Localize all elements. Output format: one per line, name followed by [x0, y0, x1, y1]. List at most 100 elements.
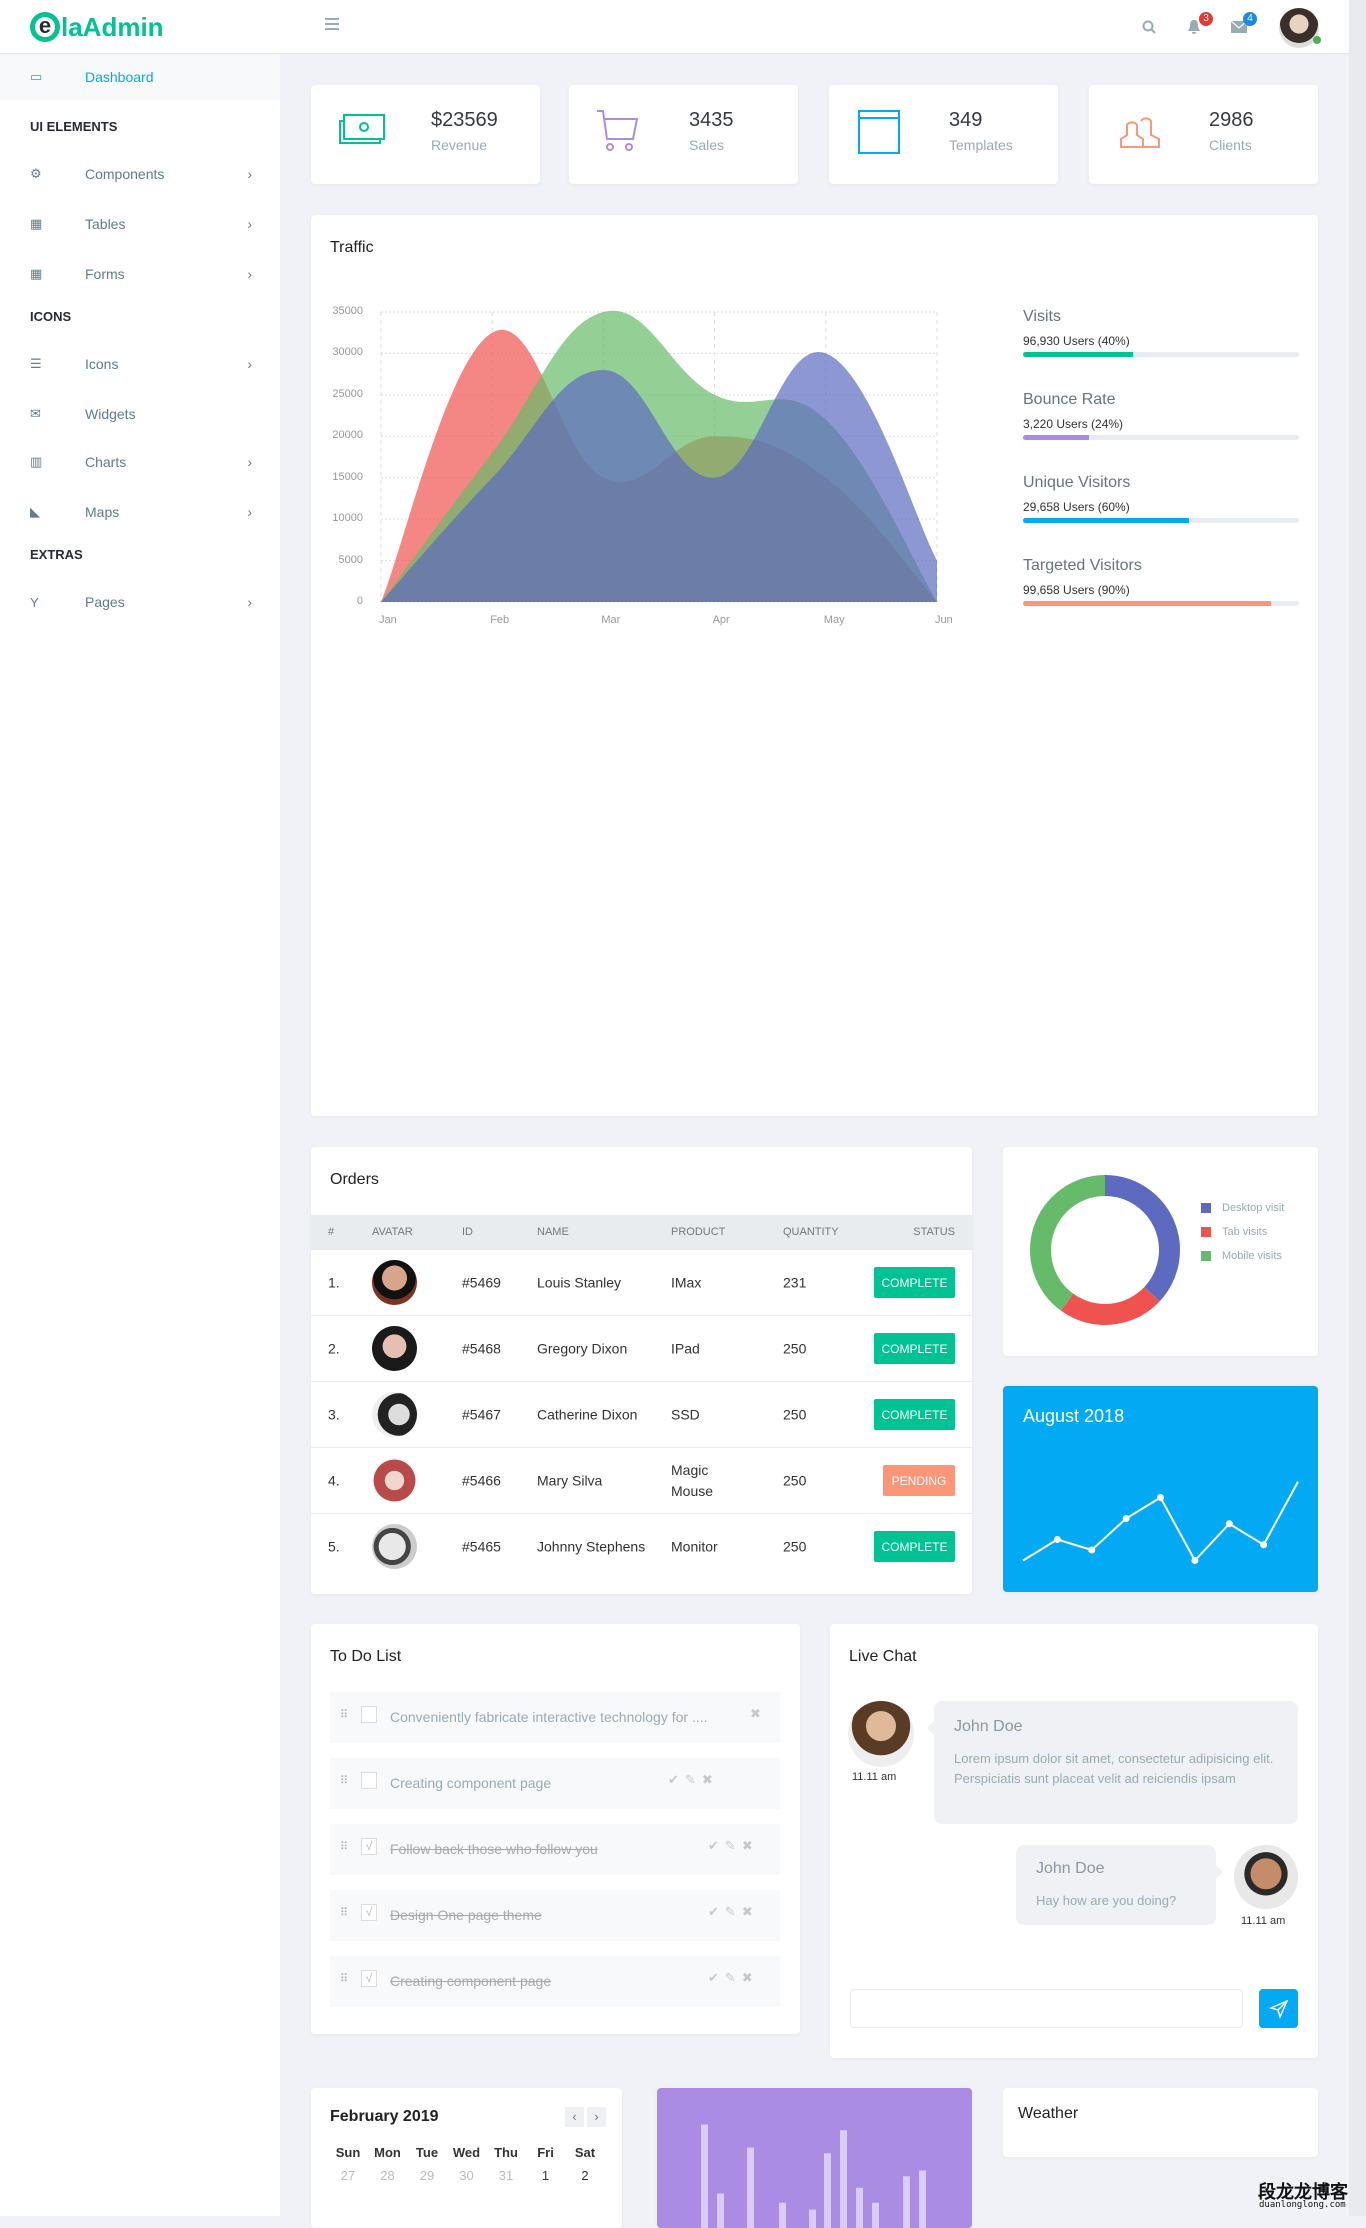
live-chat-card: Live Chat 11.11 am John Doe Lorem ipsum … — [830, 1624, 1318, 2058]
progress-title: Bounce Rate — [1023, 391, 1116, 409]
table-row[interactable]: 4.#5466Mary SilvaMagic Mouse250PENDING — [311, 1448, 972, 1514]
message-text: Hay how are you doing? — [1036, 1893, 1176, 1908]
drag-handle-icon[interactable]: ⠿ — [340, 1906, 346, 1919]
sidebar-item-widgets[interactable]: ✉Widgets — [0, 394, 280, 434]
search-icon[interactable] — [1142, 20, 1156, 34]
close-icon[interactable]: ✖ — [742, 1838, 759, 1853]
bar — [779, 2203, 786, 2228]
logo[interactable]: e laAdmin — [30, 9, 164, 45]
column-header: STATUS — [913, 1226, 955, 1238]
progress-subtitle: 99,658 Users (90%) — [1023, 583, 1130, 597]
browser-icon — [855, 107, 905, 157]
check-icon[interactable]: ✔ — [708, 1904, 725, 1919]
scrollbar[interactable] — [1349, 0, 1366, 2216]
calendar-day[interactable]: 1 — [527, 2168, 565, 2183]
todo-checkbox[interactable]: √ — [361, 1838, 377, 1855]
calendar-next-button[interactable]: › — [587, 2107, 606, 2127]
todo-item[interactable]: ⠿Conveniently fabricate interactive tech… — [330, 1692, 780, 1743]
stat-label: Templates — [949, 137, 1013, 153]
y-tick-label: 20000 — [323, 429, 363, 441]
todo-item[interactable]: ⠿√Creating component page✔✎✖ — [330, 1956, 780, 2007]
progress-title: Unique Visitors — [1023, 474, 1130, 492]
drag-handle-icon[interactable]: ⠿ — [340, 1972, 346, 1985]
weekday-header: Sat — [566, 2145, 604, 2160]
menu-icon[interactable] — [325, 18, 339, 30]
table-row[interactable]: 3.#5467Catherine DixonSSD250COMPLETE — [311, 1382, 972, 1448]
table-row[interactable]: 1.#5469Louis StanleyIMax231COMPLETE — [311, 1250, 972, 1316]
stat-label: Clients — [1209, 137, 1252, 153]
cell-num: 5. — [328, 1537, 358, 1558]
x-tick-label: May — [824, 614, 845, 626]
bar — [840, 2130, 847, 2228]
calendar-day[interactable]: 2 — [566, 2168, 604, 2183]
th-icon: ▦ — [0, 266, 85, 282]
cell-product: IPad — [671, 1338, 746, 1359]
bar — [701, 2125, 708, 2228]
todo-item[interactable]: ⠿√Follow back those who follow you✔✎✖ — [330, 1824, 780, 1875]
calendar-day[interactable]: 28 — [369, 2168, 407, 2183]
pencil-icon[interactable]: ✎ — [725, 1904, 742, 1919]
glass-icon: Y — [0, 595, 85, 610]
line-point — [1157, 1494, 1164, 1501]
calendar-prev-button[interactable]: ‹ — [565, 2107, 584, 2127]
legend-item: Tab visits — [1201, 1226, 1267, 1238]
calendar-day[interactable]: 29 — [408, 2168, 446, 2183]
line-point — [1191, 1557, 1198, 1564]
check-icon[interactable]: ✔ — [668, 1772, 685, 1787]
drag-handle-icon[interactable]: ⠿ — [340, 1774, 346, 1787]
pencil-icon[interactable]: ✎ — [725, 1970, 742, 1985]
progress-fill — [1023, 518, 1189, 523]
sidebar-item-charts[interactable]: ▥Charts› — [0, 442, 280, 482]
status-badge: PENDING — [883, 1465, 955, 1496]
y-tick-label: 35000 — [323, 305, 363, 317]
drag-handle-icon[interactable]: ⠿ — [340, 1840, 346, 1853]
chat-message-input[interactable] — [850, 1989, 1243, 2028]
sidebar-item-forms[interactable]: ▦Forms› — [0, 254, 280, 294]
chevron-right-icon: › — [247, 356, 252, 372]
sidebar-item-label: Charts — [85, 454, 126, 470]
cell-num: 3. — [328, 1404, 358, 1425]
bar — [856, 2188, 863, 2228]
traffic-area-chart: 05000100001500020000250003000035000JanFe… — [311, 215, 1011, 635]
sidebar-item-label: Forms — [85, 266, 125, 282]
calendar-day[interactable]: 31 — [487, 2168, 525, 2183]
close-icon[interactable]: ✖ — [702, 1772, 719, 1787]
logo-text: laAdmin — [61, 12, 164, 43]
pencil-icon[interactable]: ✎ — [725, 1838, 742, 1853]
weekday-header: Sun — [329, 2145, 367, 2160]
calendar-day[interactable]: 27 — [329, 2168, 367, 2183]
sidebar-item-label: Widgets — [85, 406, 136, 422]
send-button[interactable] — [1259, 1989, 1298, 2028]
calendar-day[interactable]: 30 — [448, 2168, 486, 2183]
sidebar-item-components[interactable]: ⚙Components› — [0, 154, 280, 194]
drag-handle-icon[interactable]: ⠿ — [340, 1708, 346, 1721]
todo-checkbox[interactable] — [361, 1706, 377, 1723]
weather-card: Weather — [1003, 2088, 1318, 2157]
sidebar-item-tables[interactable]: ▦Tables› — [0, 204, 280, 244]
todo-item[interactable]: ⠿ Creating component page ✔✎✖ — [330, 1758, 780, 1809]
chevron-right-icon: › — [247, 216, 252, 232]
todo-checkbox[interactable] — [361, 1772, 377, 1789]
avatar — [372, 1260, 417, 1305]
sidebar-item-maps[interactable]: ◣Maps› — [0, 492, 280, 532]
close-icon[interactable]: ✖ — [742, 1904, 759, 1919]
card-title: Weather — [1018, 2105, 1078, 2123]
sidebar-item-pages[interactable]: YPages› — [0, 582, 280, 622]
todo-text: Design One page theme — [390, 1907, 542, 1923]
todo-text: Creating component page — [390, 1775, 551, 1791]
sidebar-item-dashboard[interactable]: ▭ Dashboard — [0, 54, 280, 100]
message-time: 11.11 am — [852, 1771, 896, 1783]
todo-checkbox[interactable]: √ — [361, 1904, 377, 1921]
card-title: To Do List — [330, 1648, 401, 1666]
todo-item[interactable]: ⠿ √ Design One page theme ✔✎✖ — [330, 1890, 780, 1941]
envelope-icon: ✉ — [0, 406, 85, 422]
table-row[interactable]: 2.#5468Gregory DixonIPad250COMPLETE — [311, 1316, 972, 1382]
sidebar-item-icons[interactable]: ☰Icons› — [0, 344, 280, 384]
close-icon[interactable]: ✖ — [750, 1706, 767, 1721]
check-icon[interactable]: ✔ — [708, 1838, 725, 1853]
close-icon[interactable]: ✖ — [742, 1970, 759, 1985]
table-row[interactable]: 5.#5465Johnny StephensMonitor250COMPLETE — [311, 1514, 972, 1580]
pencil-icon[interactable]: ✎ — [685, 1772, 702, 1787]
check-icon[interactable]: ✔ — [708, 1970, 725, 1985]
todo-checkbox[interactable]: √ — [361, 1970, 377, 1987]
